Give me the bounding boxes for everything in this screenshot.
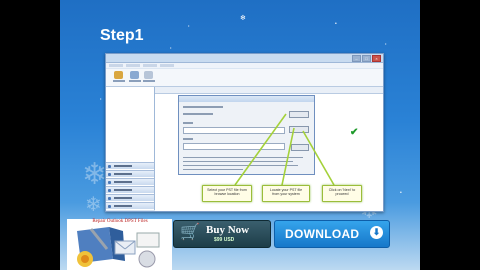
outlook-icon — [81, 255, 89, 263]
shopping-cart-icon: 🛒 — [180, 224, 200, 241]
price-label: $99 USD — [214, 237, 235, 243]
connector-line — [302, 130, 335, 186]
buy-now-button[interactable]: 🛒 Buy Now $99 USD — [173, 220, 271, 248]
buy-now-label: Buy Now — [206, 224, 250, 236]
presentation-slide: ❄ • • • • • • ❄ ❄ ❄ Step1 – □ × — [60, 0, 420, 270]
download-button[interactable]: DOWNLOAD ⬇ — [274, 220, 390, 248]
promo-banner: Repair Outlook DPST Files 🛒 Buy Now $99 … — [67, 219, 413, 270]
download-arrow-icon: ⬇ — [370, 226, 383, 239]
envelope-icon — [136, 232, 160, 248]
product-illustration — [77, 227, 160, 268]
product-box-image: Repair Outlook DPST Files — [67, 219, 172, 270]
callout-click-next: Click on 'Next' to proceed — [322, 185, 362, 202]
callout-select-file: Select your PST file from browse locatio… — [202, 185, 252, 202]
connector-line — [234, 113, 287, 186]
cd-icon — [138, 250, 156, 268]
download-label: DOWNLOAD — [285, 227, 360, 241]
connector-line — [281, 127, 295, 186]
callout-locate-file: Locate your PST file from your system — [262, 185, 310, 202]
